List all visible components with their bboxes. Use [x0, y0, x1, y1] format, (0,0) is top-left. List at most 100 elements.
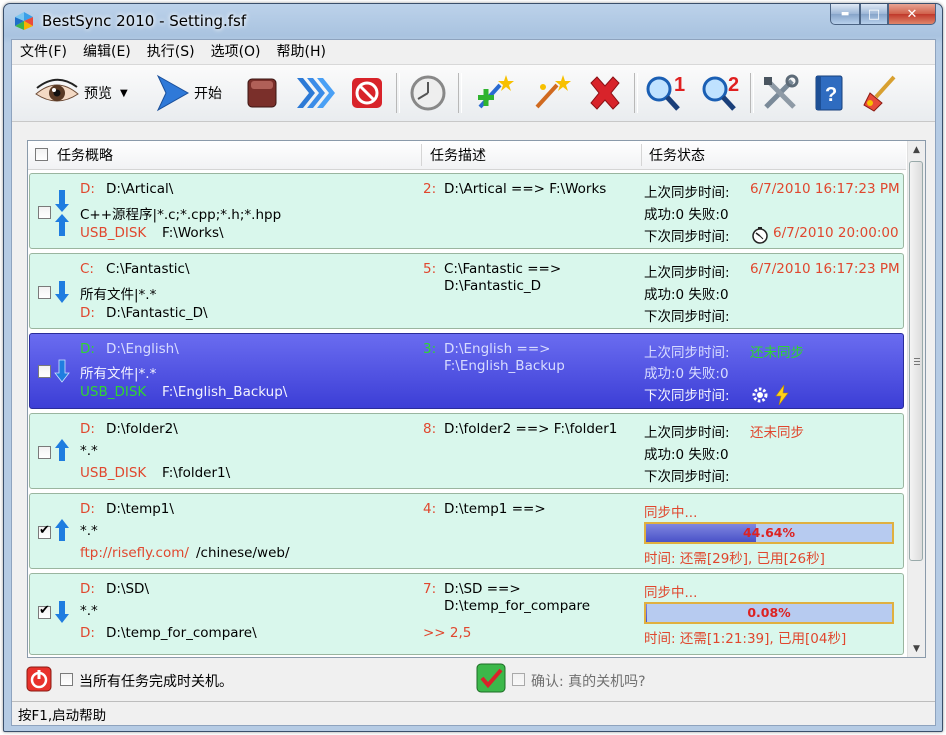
task-checkbox-checked[interactable]	[38, 523, 51, 539]
source-path: D:\Artical\	[106, 181, 174, 197]
task-checkbox[interactable]	[38, 446, 51, 459]
task-row[interactable]: D: D:\SD\ *.* D: D:\temp_for_compare\ 7:…	[29, 573, 904, 655]
task-checkbox-checked[interactable]	[38, 603, 51, 619]
next-sync-label: 下次同步时间:	[644, 309, 730, 325]
menu-edit[interactable]: 编辑(E)	[75, 41, 139, 61]
last-sync-label: 上次同步时间:	[644, 185, 730, 201]
sync-down-arrow-icon	[54, 359, 70, 383]
help-book-button[interactable]: ?	[812, 71, 846, 115]
task-description: D:\English ==>	[444, 341, 551, 357]
minimize-button[interactable]: ▬	[830, 4, 860, 25]
magnifier-2-icon: 2	[702, 74, 739, 111]
task-checkbox[interactable]	[38, 206, 51, 219]
status-bar: 按F1,启动帮助	[12, 701, 935, 725]
compare1-button[interactable]: 1	[644, 71, 688, 115]
menu-file[interactable]: 文件(F)	[12, 41, 75, 61]
start-button[interactable]: 开始	[154, 71, 222, 115]
power-icon[interactable]	[26, 666, 52, 692]
close-button[interactable]: ✕	[888, 4, 936, 25]
gear-icon	[752, 387, 768, 403]
task-row[interactable]: D: D:\folder2\ *.* USB_DISK F:\folder1\ …	[29, 413, 904, 489]
column-status[interactable]: 任务状态	[649, 141, 705, 169]
maximize-button[interactable]: □	[860, 4, 888, 25]
confirm-checkbox[interactable]	[512, 673, 525, 686]
last-sync-label: 上次同步时间:	[644, 425, 730, 441]
lightning-icon	[775, 385, 789, 405]
file-filter: 所有文件|*.*	[80, 366, 157, 382]
skip-forward-button[interactable]	[295, 71, 335, 115]
abort-button[interactable]	[350, 71, 384, 115]
scroll-up-button[interactable]: ▲	[908, 141, 925, 158]
dest-prefix: D:	[80, 305, 95, 321]
task-extra: >> 2,5	[423, 625, 472, 641]
settings-button[interactable]	[760, 71, 800, 115]
task-list-header: 任务概略 任务描述 任务状态	[28, 141, 906, 170]
delete-x-icon	[590, 76, 620, 110]
task-description: D:\SD ==>	[444, 581, 521, 597]
select-all-checkbox[interactable]	[35, 148, 48, 161]
app-logo-icon	[15, 12, 33, 30]
chevron-down-icon[interactable]: ▼	[120, 88, 128, 99]
dest-path: D:\Fantastic_D\	[106, 305, 208, 321]
source-path: D:\SD\	[106, 581, 150, 597]
source-prefix: D:	[80, 581, 95, 597]
progress-bar: 0.08%	[644, 602, 894, 624]
menu-bar: 文件(F) 编辑(E) 执行(S) 选项(O) 帮助(H)	[12, 40, 935, 62]
tools-icon	[764, 74, 799, 109]
column-summary[interactable]: 任务概略	[57, 141, 113, 169]
syncing-status: 同步中...	[644, 505, 698, 521]
source-path: D:\temp1\	[106, 501, 174, 517]
column-description[interactable]: 任务描述	[430, 141, 486, 169]
last-sync-value: 还未同步	[750, 425, 804, 441]
timer-icon	[752, 227, 768, 244]
scroll-thumb[interactable]	[909, 161, 923, 561]
confirm-label: 确认: 真的关机吗?	[531, 674, 646, 690]
stop-button[interactable]	[245, 71, 279, 115]
shutdown-checkbox[interactable]	[60, 673, 73, 686]
task-number: 4:	[423, 501, 437, 517]
schedule-button[interactable]	[409, 71, 447, 115]
clock-icon	[410, 75, 446, 111]
new-task-button[interactable]	[474, 71, 518, 115]
dest-prefix: D:	[80, 625, 95, 641]
task-row[interactable]: D: D:\Artical\ C++源程序|*.c;*.cpp;*.h;*.hp…	[29, 173, 904, 249]
next-sync-label: 下次同步时间:	[644, 388, 730, 404]
task-description: D:\Artical ==> F:\Works	[444, 181, 607, 197]
task-number: 7:	[423, 581, 437, 597]
vertical-scrollbar[interactable]: ▲ ▼	[907, 141, 925, 657]
dest-prefix: USB_DISK	[80, 465, 147, 481]
menu-help[interactable]: 帮助(H)	[269, 41, 334, 61]
task-description: D:\folder2 ==> F:\folder1	[444, 421, 618, 437]
svg-text:2: 2	[728, 74, 739, 96]
preview-button[interactable]: 预览 ▼	[34, 71, 128, 115]
clean-button[interactable]	[860, 71, 900, 115]
menu-execute[interactable]: 执行(S)	[139, 41, 203, 61]
magnifier-1-icon: 1	[646, 74, 685, 111]
task-row-selected[interactable]: D: D:\English\ 所有文件|*.* USB_DISK F:\Engl…	[29, 333, 904, 409]
sync-both-arrow-icon	[55, 190, 69, 236]
task-description-line2: F:\English_Backup	[444, 358, 565, 374]
delete-task-button[interactable]	[586, 71, 624, 115]
task-list[interactable]: 任务概略 任务描述 任务状态 D: D:\Artical\ C++源程序|*.c…	[27, 140, 926, 658]
menu-options[interactable]: 选项(O)	[203, 41, 269, 61]
last-sync-value: 6/7/2010 16:17:23 PM	[750, 181, 900, 197]
sync-down-arrow-icon	[55, 281, 69, 303]
checkmark-icon[interactable]	[476, 663, 506, 693]
edit-task-button[interactable]	[531, 71, 575, 115]
scroll-down-button[interactable]: ▼	[908, 640, 925, 657]
last-sync-value: 6/7/2010 16:17:23 PM	[750, 261, 900, 277]
title-bar[interactable]: BestSync 2010 - Setting.fsf ▬ □ ✕	[4, 4, 942, 38]
svg-text:?: ?	[825, 84, 837, 106]
task-description-line2: D:\Fantastic_D	[444, 278, 542, 294]
edit-wand-icon	[535, 75, 571, 109]
time-remaining: 时间: 还需[1:21:39], 已用[04秒]	[644, 631, 847, 647]
result-text: 成功:0 失败:0	[644, 287, 729, 303]
task-row[interactable]: D: D:\temp1\ *.* ftp://risefly.com/ /chi…	[29, 493, 904, 569]
task-number: 2:	[423, 181, 437, 197]
last-sync-label: 上次同步时间:	[644, 265, 730, 281]
task-checkbox[interactable]	[38, 286, 51, 299]
bottom-bar: 当所有任务完成时关机。 确认: 真的关机吗?	[12, 658, 935, 698]
task-row[interactable]: C: C:\Fantastic\ 所有文件|*.* D: D:\Fantasti…	[29, 253, 904, 329]
compare2-button[interactable]: 2	[700, 71, 744, 115]
task-checkbox[interactable]	[38, 365, 51, 378]
